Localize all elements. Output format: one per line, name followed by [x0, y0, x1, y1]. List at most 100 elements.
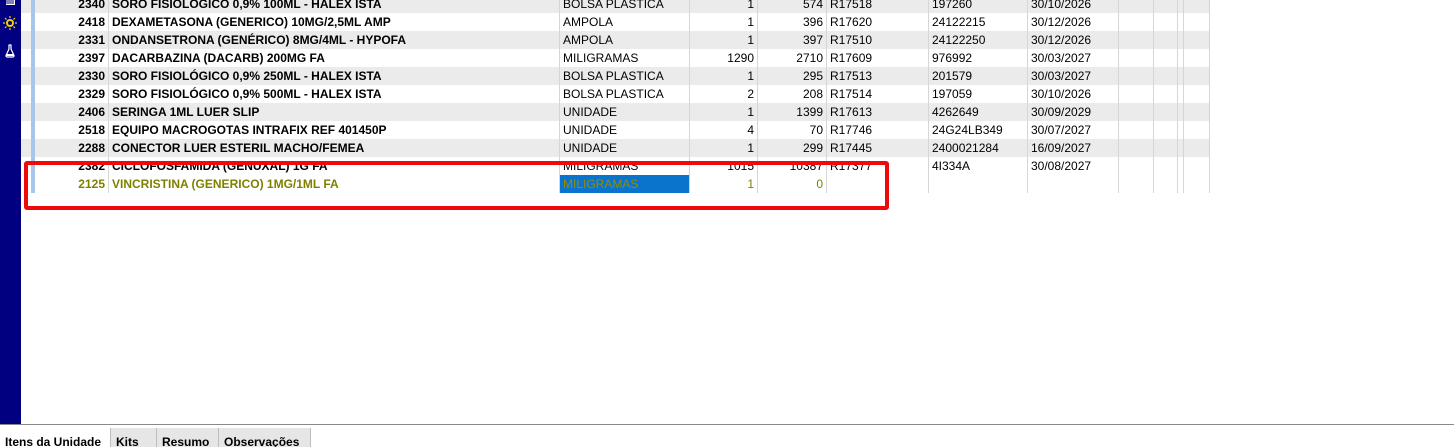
- empty-cell[interactable]: [1119, 85, 1154, 103]
- empty-cell[interactable]: [1184, 67, 1210, 85]
- empty-cell[interactable]: [1119, 175, 1154, 193]
- quantity-cell[interactable]: 1: [690, 0, 758, 13]
- reference-cell[interactable]: R17620: [827, 13, 929, 31]
- expiry-date-cell[interactable]: 16/09/2027: [1028, 139, 1119, 157]
- expiry-date-cell[interactable]: 30/07/2027: [1028, 121, 1119, 139]
- empty-cell[interactable]: [1154, 67, 1178, 85]
- quantity-cell[interactable]: 1: [690, 13, 758, 31]
- tab-kits[interactable]: Kits: [110, 428, 157, 447]
- unit-cell[interactable]: MILIGRAMAS: [560, 175, 690, 193]
- stock-cell[interactable]: 70: [758, 121, 827, 139]
- quantity-cell[interactable]: 1: [690, 139, 758, 157]
- code-cell[interactable]: 2125: [36, 175, 109, 193]
- code-cell[interactable]: 2330: [36, 67, 109, 85]
- table-row[interactable]: 2406 SERINGA 1ML LUER SLIP UNIDADE 1 1399 R17…: [21, 103, 1210, 121]
- empty-cell[interactable]: [1184, 175, 1210, 193]
- empty-cell[interactable]: [1154, 157, 1178, 175]
- empty-cell[interactable]: [1119, 49, 1154, 67]
- quantity-cell[interactable]: 4: [690, 121, 758, 139]
- unit-cell[interactable]: UNIDADE: [560, 103, 690, 121]
- description-cell[interactable]: SERINGA 1ML LUER SLIP: [109, 103, 560, 121]
- lot-cell[interactable]: 201579: [929, 67, 1028, 85]
- empty-cell[interactable]: [1184, 49, 1210, 67]
- empty-cell[interactable]: [1184, 103, 1210, 121]
- lot-cell[interactable]: 24122250: [929, 31, 1028, 49]
- code-cell[interactable]: 2382: [36, 157, 109, 175]
- description-cell[interactable]: ONDANSETRONA (GENÉRICO) 8MG/4ML - HYPOFA: [109, 31, 560, 49]
- quantity-cell[interactable]: 1: [690, 67, 758, 85]
- description-cell[interactable]: SORO FISIOLÓGICO 0,9% 250ML - HALEX ISTA: [109, 67, 560, 85]
- tab-itens-da-unidade[interactable]: Itens da Unidade: [0, 428, 110, 447]
- lot-cell[interactable]: 2400021284: [929, 139, 1028, 157]
- flask-icon[interactable]: [2, 44, 18, 58]
- empty-cell[interactable]: [1154, 139, 1178, 157]
- table-row[interactable]: 2329 SORO FISIOLÓGICO 0,9% 500ML - HALEX …: [21, 85, 1210, 103]
- empty-cell[interactable]: [1184, 31, 1210, 49]
- stock-cell[interactable]: 1399: [758, 103, 827, 121]
- description-cell[interactable]: DACARBAZINA (DACARB) 200MG FA: [109, 49, 560, 67]
- stock-cell[interactable]: 2710: [758, 49, 827, 67]
- lot-cell[interactable]: 24122215: [929, 13, 1028, 31]
- empty-cell[interactable]: [1119, 121, 1154, 139]
- reference-cell[interactable]: R17613: [827, 103, 929, 121]
- unit-cell[interactable]: UNIDADE: [560, 121, 690, 139]
- description-cell[interactable]: CICLOFOSFAMIDA (GENUXAL) 1G FA: [109, 157, 560, 175]
- code-cell[interactable]: 2518: [36, 121, 109, 139]
- empty-cell[interactable]: [1184, 0, 1210, 13]
- code-cell[interactable]: 2340: [36, 0, 109, 13]
- empty-cell[interactable]: [1154, 103, 1178, 121]
- unit-cell[interactable]: BOLSA PLASTICA: [560, 85, 690, 103]
- unit-cell[interactable]: BOLSA PLASTICA: [560, 0, 690, 13]
- empty-cell[interactable]: [1184, 85, 1210, 103]
- sun-icon[interactable]: [2, 16, 18, 30]
- empty-cell[interactable]: [1184, 139, 1210, 157]
- lot-cell[interactable]: 4I334A: [929, 157, 1028, 175]
- description-cell[interactable]: SORO FISIOLÓGICO 0,9% 500ML - HALEX ISTA: [109, 85, 560, 103]
- table-row[interactable]: 2288 CONECTOR LUER ESTERIL MACHO/FEMEA UNI…: [21, 139, 1210, 157]
- expiry-date-cell[interactable]: 30/09/2029: [1028, 103, 1119, 121]
- empty-cell[interactable]: [1119, 31, 1154, 49]
- unit-cell[interactable]: BOLSA PLASTICA: [560, 67, 690, 85]
- unit-cell[interactable]: UNIDADE: [560, 139, 690, 157]
- stock-cell[interactable]: 10387: [758, 157, 827, 175]
- table-row[interactable]: 2331 ONDANSETRONA (GENÉRICO) 8MG/4ML - HY…: [21, 31, 1210, 49]
- description-cell[interactable]: DEXAMETASONA (GENERICO) 10MG/2,5ML AMP: [109, 13, 560, 31]
- lot-cell[interactable]: 4262649: [929, 103, 1028, 121]
- table-row[interactable]: 2518 EQUIPO MACROGOTAS INTRAFIX REF 40145…: [21, 121, 1210, 139]
- reference-cell[interactable]: R17510: [827, 31, 929, 49]
- expiry-date-cell[interactable]: 30/03/2027: [1028, 67, 1119, 85]
- expiry-date-cell[interactable]: 30/03/2027: [1028, 49, 1119, 67]
- expiry-date-cell[interactable]: 30/12/2026: [1028, 13, 1119, 31]
- expiry-date-cell[interactable]: 30/12/2026: [1028, 31, 1119, 49]
- empty-cell[interactable]: [1154, 121, 1178, 139]
- empty-cell[interactable]: [1119, 13, 1154, 31]
- stock-cell[interactable]: 0: [758, 175, 827, 193]
- stock-cell[interactable]: 574: [758, 0, 827, 13]
- code-cell[interactable]: 2329: [36, 85, 109, 103]
- stock-cell[interactable]: 397: [758, 31, 827, 49]
- lot-cell[interactable]: 197260: [929, 0, 1028, 13]
- grid-icon[interactable]: [2, 0, 18, 10]
- description-cell[interactable]: EQUIPO MACROGOTAS INTRAFIX REF 401450P: [109, 121, 560, 139]
- table-row[interactable]: 2397 DACARBAZINA (DACARB) 200MG FA MILIGRA…: [21, 49, 1210, 67]
- stock-cell[interactable]: 295: [758, 67, 827, 85]
- table-row[interactable]: 2382 CICLOFOSFAMIDA (GENUXAL) 1G FA MILIGR…: [21, 157, 1210, 175]
- reference-cell[interactable]: R17514: [827, 85, 929, 103]
- lot-cell[interactable]: 976992: [929, 49, 1028, 67]
- empty-cell[interactable]: [1119, 103, 1154, 121]
- expiry-date-cell[interactable]: 30/10/2026: [1028, 85, 1119, 103]
- quantity-cell[interactable]: 1015: [690, 157, 758, 175]
- tab-observacoes[interactable]: Observações: [219, 428, 311, 447]
- empty-cell[interactable]: [1184, 121, 1210, 139]
- empty-cell[interactable]: [1184, 13, 1210, 31]
- empty-cell[interactable]: [1119, 67, 1154, 85]
- expiry-date-cell[interactable]: 30/08/2027: [1028, 157, 1119, 175]
- code-cell[interactable]: 2288: [36, 139, 109, 157]
- quantity-cell[interactable]: 1: [690, 103, 758, 121]
- unit-cell[interactable]: MILIGRAMAS: [560, 157, 690, 175]
- table-row[interactable]: 2418 DEXAMETASONA (GENERICO) 10MG/2,5ML A…: [21, 13, 1210, 31]
- code-cell[interactable]: 2406: [36, 103, 109, 121]
- lot-cell[interactable]: 24G24LB349: [929, 121, 1028, 139]
- description-cell[interactable]: CONECTOR LUER ESTERIL MACHO/FEMEA: [109, 139, 560, 157]
- reference-cell[interactable]: R17518: [827, 0, 929, 13]
